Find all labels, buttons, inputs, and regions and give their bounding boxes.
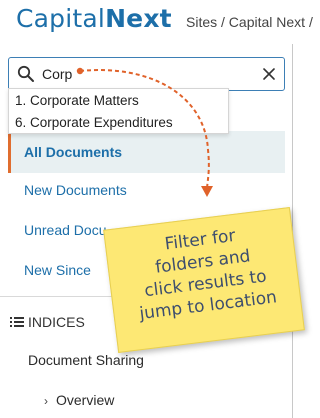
search-result-item[interactable]: 1. Corporate Matters: [15, 93, 139, 108]
nav-item-new-since[interactable]: New Since: [24, 262, 91, 278]
search-result-item[interactable]: 6. Corporate Expenditures: [15, 115, 173, 130]
list-icon: [10, 317, 24, 327]
search-icon: [17, 65, 34, 82]
indices-label: INDICES: [28, 314, 85, 330]
nav-item-new-documents[interactable]: New Documents: [24, 182, 127, 198]
nav-item-label: All Documents: [24, 144, 123, 160]
logo[interactable]: CapitalNext: [16, 4, 172, 33]
breadcrumb[interactable]: Sites / Capital Next /: [186, 14, 313, 30]
callout-text: Filter for folders and click results to …: [138, 225, 278, 325]
indices-heading[interactable]: INDICES: [10, 314, 85, 330]
header: CapitalNext Sites / Capital Next /: [0, 0, 315, 44]
index-item-overview[interactable]: › Overview: [44, 392, 114, 408]
nav-item-all-documents[interactable]: All Documents: [8, 131, 285, 173]
chevron-right-icon[interactable]: ›: [44, 394, 48, 408]
logo-text-capital: Capital: [16, 4, 106, 33]
index-item-document-sharing[interactable]: Document Sharing: [28, 352, 144, 368]
search-box[interactable]: [8, 57, 285, 91]
close-icon[interactable]: [261, 66, 277, 82]
index-item-label: Overview: [56, 392, 115, 408]
active-indicator: [8, 131, 11, 173]
search-results-dropdown: 1. Corporate Matters 6. Corporate Expend…: [8, 88, 229, 134]
callout-note: Filter for folders and click results to …: [103, 207, 305, 353]
nav-item-unread-documents[interactable]: Unread Docu: [24, 222, 107, 238]
search-input[interactable]: [42, 64, 252, 84]
logo-text-next: Next: [105, 4, 172, 33]
